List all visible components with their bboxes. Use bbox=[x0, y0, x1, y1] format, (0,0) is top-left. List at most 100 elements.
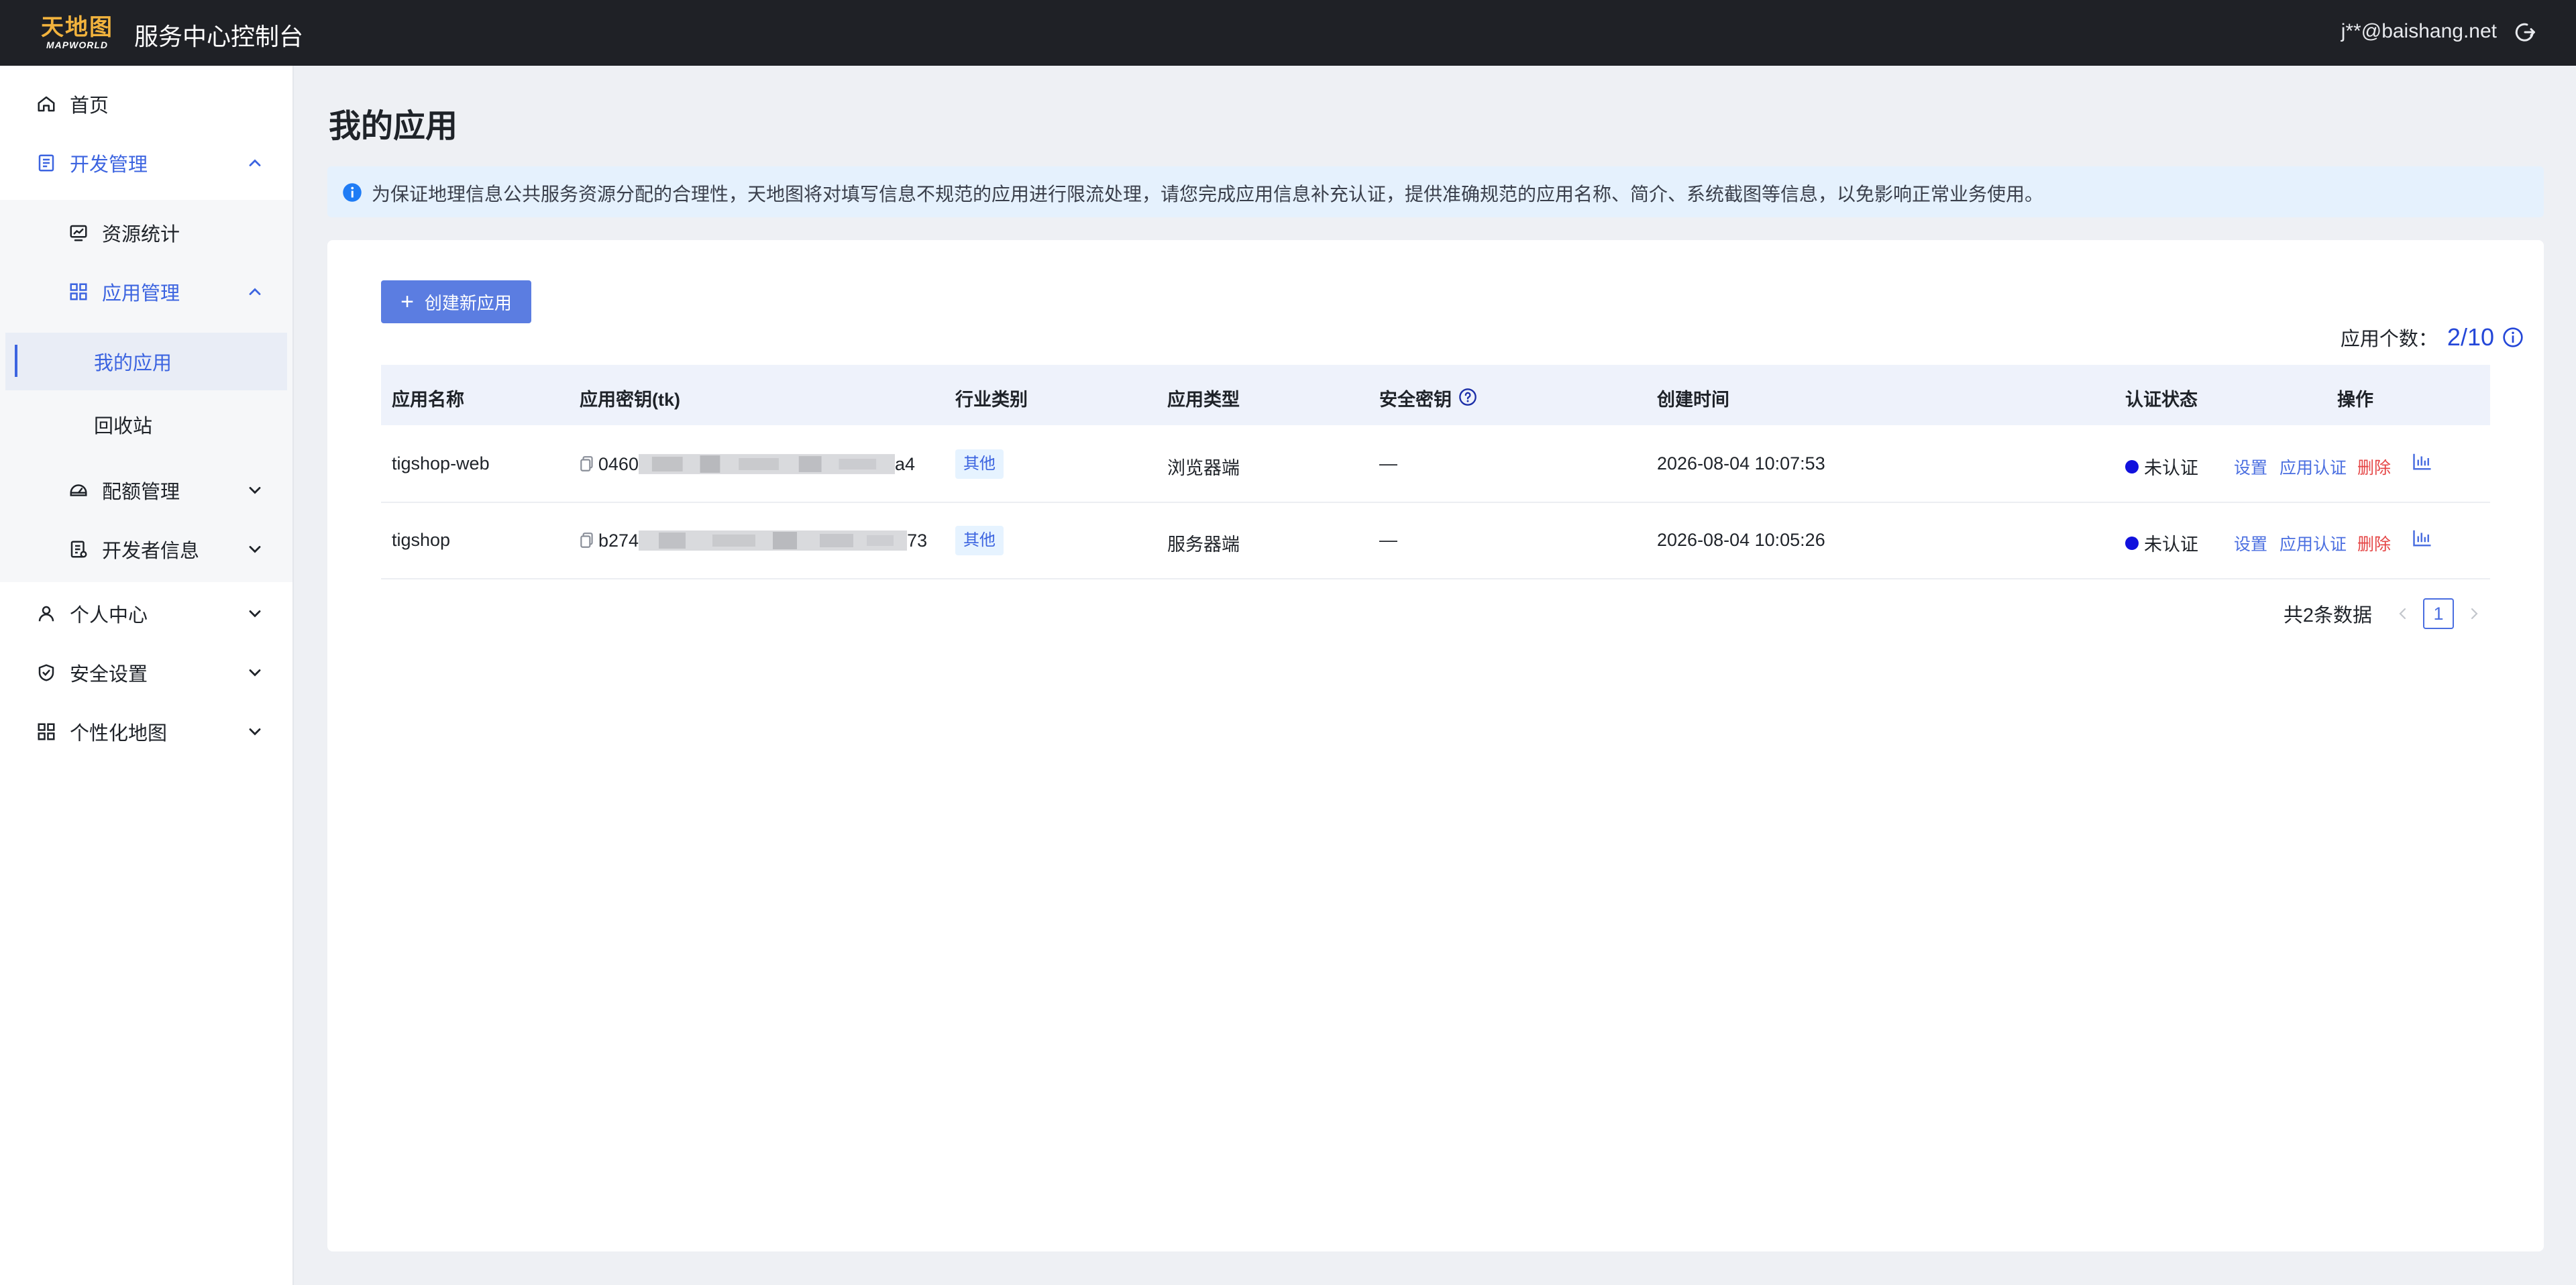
column-header: 应用类型 bbox=[1167, 390, 1240, 410]
chevron-down-icon bbox=[249, 610, 261, 618]
sidebar-item-recycle-bin[interactable]: 回收站 bbox=[0, 396, 292, 453]
document-icon bbox=[38, 154, 54, 172]
app-auth-link[interactable]: 应用认证 bbox=[2279, 455, 2347, 479]
plus-icon: + bbox=[400, 289, 414, 315]
column-header: 应用名称 bbox=[392, 390, 464, 410]
industry-tag: 其他 bbox=[955, 449, 1004, 479]
app-title: 服务中心控制台 bbox=[134, 23, 304, 50]
notice-banner: 为保证地理信息公共服务资源分配的合理性，天地图将对填写信息不规范的应用进行限流处… bbox=[327, 166, 2544, 217]
mapworld-logo[interactable]: 天地图 MAPWORLD bbox=[38, 11, 117, 55]
sidebar-item-label: 回收站 bbox=[94, 416, 153, 437]
logout-icon[interactable] bbox=[2513, 20, 2537, 44]
app-key-suffix: a4 bbox=[894, 453, 915, 474]
column-header: 行业类别 bbox=[955, 390, 1028, 410]
column-header: 创建时间 bbox=[1657, 390, 1729, 410]
sidebar-item-developer-info[interactable]: 开发者信息 bbox=[0, 520, 292, 578]
chevron-down-icon bbox=[249, 487, 261, 494]
sidebar-item-my-apps[interactable]: 我的应用 bbox=[5, 333, 287, 390]
app-count-label: 应用个数： bbox=[2340, 329, 2438, 350]
chevron-left-icon[interactable] bbox=[2395, 604, 2411, 623]
delete-link[interactable]: 删除 bbox=[2357, 455, 2391, 479]
app-key-prefix: 0460 bbox=[598, 453, 639, 474]
auth-status: 未认证 bbox=[2125, 530, 2198, 556]
table-row: tigshop-web 0460 a4 其他 浏览器端 — 2026-08-04… bbox=[381, 425, 2490, 503]
table-row: tigshop b274 73 其他 服务器端 — 2026-08-04 10:… bbox=[381, 502, 2490, 579]
sidebar-item-app-management[interactable]: 应用管理 bbox=[0, 263, 292, 321]
home-icon bbox=[38, 96, 55, 112]
sidebar-item-dev-management[interactable]: 开发管理 bbox=[0, 134, 292, 192]
sidebar-item-label: 安全设置 bbox=[70, 664, 148, 685]
app-type: 服务器端 bbox=[1167, 535, 1240, 555]
copy-icon[interactable] bbox=[580, 455, 594, 473]
page-title: 我的应用 bbox=[329, 109, 458, 144]
shield-icon bbox=[38, 664, 54, 681]
delete-link[interactable]: 删除 bbox=[2357, 531, 2391, 555]
page-number[interactable]: 1 bbox=[2423, 598, 2454, 629]
sidebar-item-label: 首页 bbox=[70, 95, 109, 117]
info-circle-icon[interactable] bbox=[2502, 327, 2524, 348]
sidebar-item-label: 个性化地图 bbox=[70, 723, 168, 744]
bar-chart-icon[interactable] bbox=[2412, 452, 2432, 471]
app-auth-link[interactable]: 应用认证 bbox=[2279, 531, 2347, 555]
help-icon[interactable] bbox=[1458, 388, 1477, 406]
chevron-up-icon bbox=[249, 288, 261, 295]
sidebar-item-home[interactable]: 首页 bbox=[0, 75, 292, 133]
chevron-right-icon[interactable] bbox=[2466, 604, 2482, 623]
app-name: tigshop bbox=[392, 530, 451, 550]
sidebar-item-custom-map[interactable]: 个性化地图 bbox=[0, 703, 292, 761]
status-dot bbox=[2125, 536, 2139, 550]
security-key: — bbox=[1379, 530, 1397, 550]
top-bar: 天地图 MAPWORLD 服务中心控制台 j**@baishang.net bbox=[0, 0, 2576, 66]
app-key[interactable]: 0460 a4 bbox=[580, 451, 915, 478]
auth-status: 未认证 bbox=[2125, 453, 2198, 480]
sidebar-item-label: 开发者信息 bbox=[102, 541, 200, 562]
create-app-button[interactable]: + 创建新应用 bbox=[381, 280, 531, 323]
settings-link[interactable]: 设置 bbox=[2234, 455, 2267, 479]
column-header: 操作 bbox=[2337, 390, 2373, 410]
sidebar-item-security[interactable]: 安全设置 bbox=[0, 644, 292, 702]
app-key-prefix: b274 bbox=[598, 530, 639, 551]
bar-chart-icon[interactable] bbox=[2412, 528, 2432, 547]
settings-link[interactable]: 设置 bbox=[2234, 531, 2267, 555]
sidebar-item-label: 资源统计 bbox=[102, 224, 180, 245]
logo-english-text: MAPWORLD bbox=[46, 40, 108, 50]
sidebar-item-quota[interactable]: 配额管理 bbox=[0, 461, 292, 519]
app-key-suffix: 73 bbox=[907, 530, 928, 551]
sidebar: 首页 开发管理 资源统计 应用管理 我的应用 回收站 配额管理 开发者信息 个人… bbox=[0, 66, 294, 1285]
monitor-chart-icon bbox=[70, 225, 87, 241]
security-key: — bbox=[1379, 453, 1397, 473]
sidebar-item-personal-center[interactable]: 个人中心 bbox=[0, 585, 292, 642]
column-header: 应用密钥(tk) bbox=[580, 390, 680, 410]
copy-icon[interactable] bbox=[580, 532, 594, 549]
column-header: 安全密钥 bbox=[1379, 390, 1452, 410]
sidebar-item-label: 配额管理 bbox=[102, 482, 180, 503]
user-icon bbox=[38, 606, 54, 622]
redacted-key-mask bbox=[638, 454, 895, 474]
user-email[interactable]: j**@baishang.net bbox=[2341, 20, 2497, 43]
sidebar-item-label: 个人中心 bbox=[70, 605, 148, 626]
app-name: tigshop-web bbox=[392, 453, 490, 473]
status-dot bbox=[2125, 459, 2139, 473]
developer-icon bbox=[70, 541, 87, 558]
pagination: 共2条数据 1 bbox=[2284, 598, 2482, 629]
chevron-down-icon bbox=[249, 669, 261, 677]
created-time: 2026-08-04 10:05:26 bbox=[1657, 530, 1825, 550]
grid-icon bbox=[70, 283, 87, 300]
industry-tag: 其他 bbox=[955, 526, 1004, 555]
app-key[interactable]: b274 73 bbox=[580, 527, 928, 554]
app-type: 浏览器端 bbox=[1167, 458, 1240, 478]
sidebar-item-resource-stats[interactable]: 资源统计 bbox=[0, 204, 292, 262]
redacted-key-mask bbox=[639, 530, 908, 551]
logo-chinese-text: 天地图 bbox=[41, 14, 113, 41]
created-time: 2026-08-04 10:07:53 bbox=[1657, 453, 1825, 473]
auth-status-text: 未认证 bbox=[2144, 458, 2198, 478]
sidebar-item-label: 我的应用 bbox=[94, 353, 172, 374]
info-icon bbox=[343, 183, 362, 202]
pagination-total: 共2条数据 bbox=[2283, 605, 2372, 626]
create-app-label: 创建新应用 bbox=[424, 292, 512, 313]
app-count: 应用个数： 2/10 bbox=[2341, 323, 2524, 351]
sidebar-item-label: 开发管理 bbox=[70, 154, 148, 176]
quota-icon bbox=[70, 484, 87, 496]
column-header: 认证状态 bbox=[2125, 390, 2198, 410]
notice-text: 为保证地理信息公共服务资源分配的合理性，天地图将对填写信息不规范的应用进行限流处… bbox=[372, 184, 2044, 205]
